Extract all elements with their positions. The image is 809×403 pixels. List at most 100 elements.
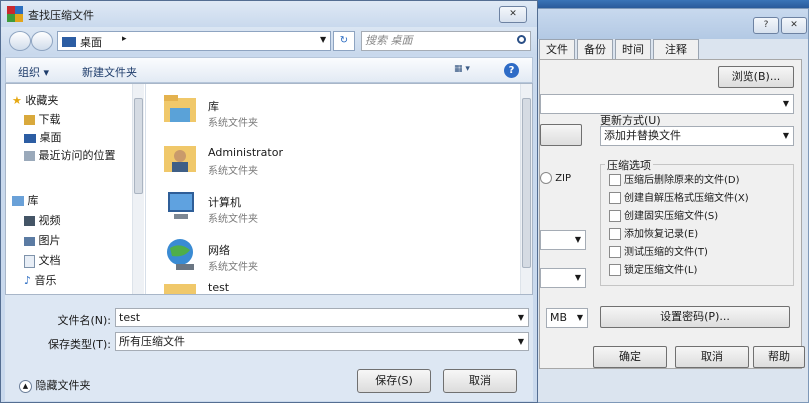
filename-input[interactable]: test ▼ [115,308,529,327]
compress-options-group: 压缩选项 压缩后删除原来的文件(D) 创建自解压格式压缩文件(X) 创建固实压缩… [600,157,794,286]
search-icon[interactable] [517,35,526,44]
scroll-thumb[interactable] [134,98,143,194]
set-password-button[interactable]: 设置密码(P)... [600,306,790,328]
dictionary-select-partial[interactable]: ▼ [540,268,586,288]
desktop-icon [62,37,76,47]
file-type: 系统文件夹 [208,118,258,129]
chevron-down-icon[interactable]: ▼ [518,333,524,350]
file-name: test [208,282,230,294]
new-folder-button[interactable]: 新建文件夹 [82,64,137,80]
tab-files[interactable]: 文件 [539,39,575,59]
zip-option[interactable]: ZIP [540,172,571,184]
nav-item-label: 最近访问的位置 [38,149,116,162]
tab-time[interactable]: 时间 [615,39,651,59]
nav-scrollbar[interactable] [132,84,144,294]
list-item[interactable]: Administrator 系统文件夹 [162,140,512,180]
option-sfx[interactable]: 创建自解压格式压缩文件(X) [609,191,749,207]
method-select-partial[interactable]: ▼ [540,230,586,250]
close-button[interactable]: ✕ [499,6,527,23]
option-label: 压缩后删除原来的文件(D) [624,175,740,186]
volume-unit-select[interactable]: MB ▼ [546,308,588,328]
option-label: 创建固实压缩文件(S) [624,211,719,222]
checkbox[interactable] [609,264,621,276]
archive-dialog-titlebar: ? ✕ [531,9,808,39]
scroll-thumb[interactable] [522,98,531,268]
view-options-icon[interactable]: ▦ ▾ [454,64,480,78]
chevron-down-icon: ▼ [574,273,581,282]
option-recovery[interactable]: 添加恢复记录(E) [609,227,698,243]
close-title-button[interactable]: ✕ [781,17,807,34]
find-archive-dialog: 查找压缩文件 ✕ 桌面 ▸ ▼ ↻ 搜索 桌面 组织 ▾ 新建文件夹 ▦ ▾ ?… [0,0,538,403]
option-label: 锁定压缩文件(L) [624,265,698,276]
nav-item-music[interactable]: ♪ 音乐 [24,272,57,289]
update-mode-value: 添加并替换文件 [604,129,681,142]
list-item[interactable]: 计算机 系统文件夹 [162,188,512,228]
update-mode-select[interactable]: 添加并替换文件 ▼ [600,126,794,146]
winrar-icon [7,6,23,22]
refresh-icon[interactable]: ↻ [333,31,355,51]
save-options-area: 文件名(N): test ▼ 保存类型(T): 所有压缩文件 ▼ ▲ 隐藏文件夹… [5,295,533,401]
file-browser-area: ★ 收藏夹 下载 桌面 最近访问的位置 库 视频 图片 文档 ♪ 音乐 库 系统… [5,83,533,295]
recent-places-icon [24,151,35,161]
search-input[interactable]: 搜索 桌面 [361,31,531,51]
back-button[interactable] [9,31,31,51]
unit-value: MB [550,311,568,324]
nav-item-documents[interactable]: 文档 [24,252,61,269]
breadcrumb[interactable]: 桌面 ▸ ▼ [57,31,331,51]
list-item[interactable]: 网络 系统文件夹 [162,236,512,276]
forward-button[interactable] [31,31,53,51]
browse-button[interactable]: 浏览(B)... [718,66,794,88]
help-button[interactable]: 帮助 [753,346,805,368]
file-name: 网络 [208,244,230,257]
dialog-title: 查找压缩文件 [28,9,94,22]
ok-button[interactable]: 确定 [593,346,667,368]
list-item[interactable]: 库 系统文件夹 [162,92,512,132]
compress-options-title: 压缩选项 [605,157,653,173]
tab-backup[interactable]: 备份 [577,39,613,59]
checkbox[interactable] [609,210,621,222]
nav-favorites[interactable]: ★ 收藏夹 [12,92,58,109]
option-lock[interactable]: 锁定压缩文件(L) [609,263,697,279]
video-icon [24,216,35,226]
chevron-down-icon[interactable]: ▼ [518,309,524,326]
library-icon [12,196,24,206]
nav-item-pictures[interactable]: 图片 [24,232,61,249]
breadcrumb-location[interactable]: 桌面 [80,34,102,50]
checkbox[interactable] [609,192,621,204]
cancel-button[interactable]: 取消 [443,369,517,393]
option-solid[interactable]: 创建固实压缩文件(S) [609,209,718,225]
zip-radio[interactable] [540,172,552,184]
help-title-button[interactable]: ? [753,17,779,34]
document-icon [24,254,35,268]
option-test[interactable]: 测试压缩的文件(T) [609,245,708,261]
hide-folders-toggle[interactable]: ▲ 隐藏文件夹 [19,377,91,393]
option-delete-after[interactable]: 压缩后删除原来的文件(D) [609,173,740,189]
nav-libraries[interactable]: 库 [12,192,39,209]
nav-favorites-label: 收藏夹 [25,94,59,107]
checkbox[interactable] [609,174,621,186]
filetype-select[interactable]: 所有压缩文件 ▼ [115,332,529,351]
computer-icon [168,192,194,219]
nav-item-label: 音乐 [34,274,57,287]
tab-comment[interactable]: 注释 [653,39,699,59]
nav-item-downloads[interactable]: 下载 [24,111,61,128]
chevron-down-icon: ▼ [574,235,581,244]
nav-item-videos[interactable]: 视频 [24,212,61,229]
save-button[interactable]: 保存(S) [357,369,431,393]
nav-item-desktop[interactable]: 桌面 [24,129,62,146]
profile-button-partial[interactable] [540,124,582,146]
checkbox[interactable] [609,228,621,240]
nav-item-recent[interactable]: 最近访问的位置 [24,147,116,164]
checkbox[interactable] [609,246,621,258]
archive-name-combo[interactable]: ▼ [540,94,794,114]
list-item[interactable]: test [162,282,512,294]
chevron-right-icon[interactable]: ▸ [122,34,127,44]
chevron-up-icon: ▲ [19,379,32,393]
cancel-button[interactable]: 取消 [675,346,749,368]
help-icon[interactable]: ? [504,63,519,78]
chevron-down-icon[interactable]: ▼ [320,35,326,44]
organize-button[interactable]: 组织 ▾ [18,64,49,80]
chevron-down-icon: ▼ [782,131,789,140]
file-list-scrollbar[interactable] [520,84,532,294]
file-type: 系统文件夹 [208,166,258,177]
